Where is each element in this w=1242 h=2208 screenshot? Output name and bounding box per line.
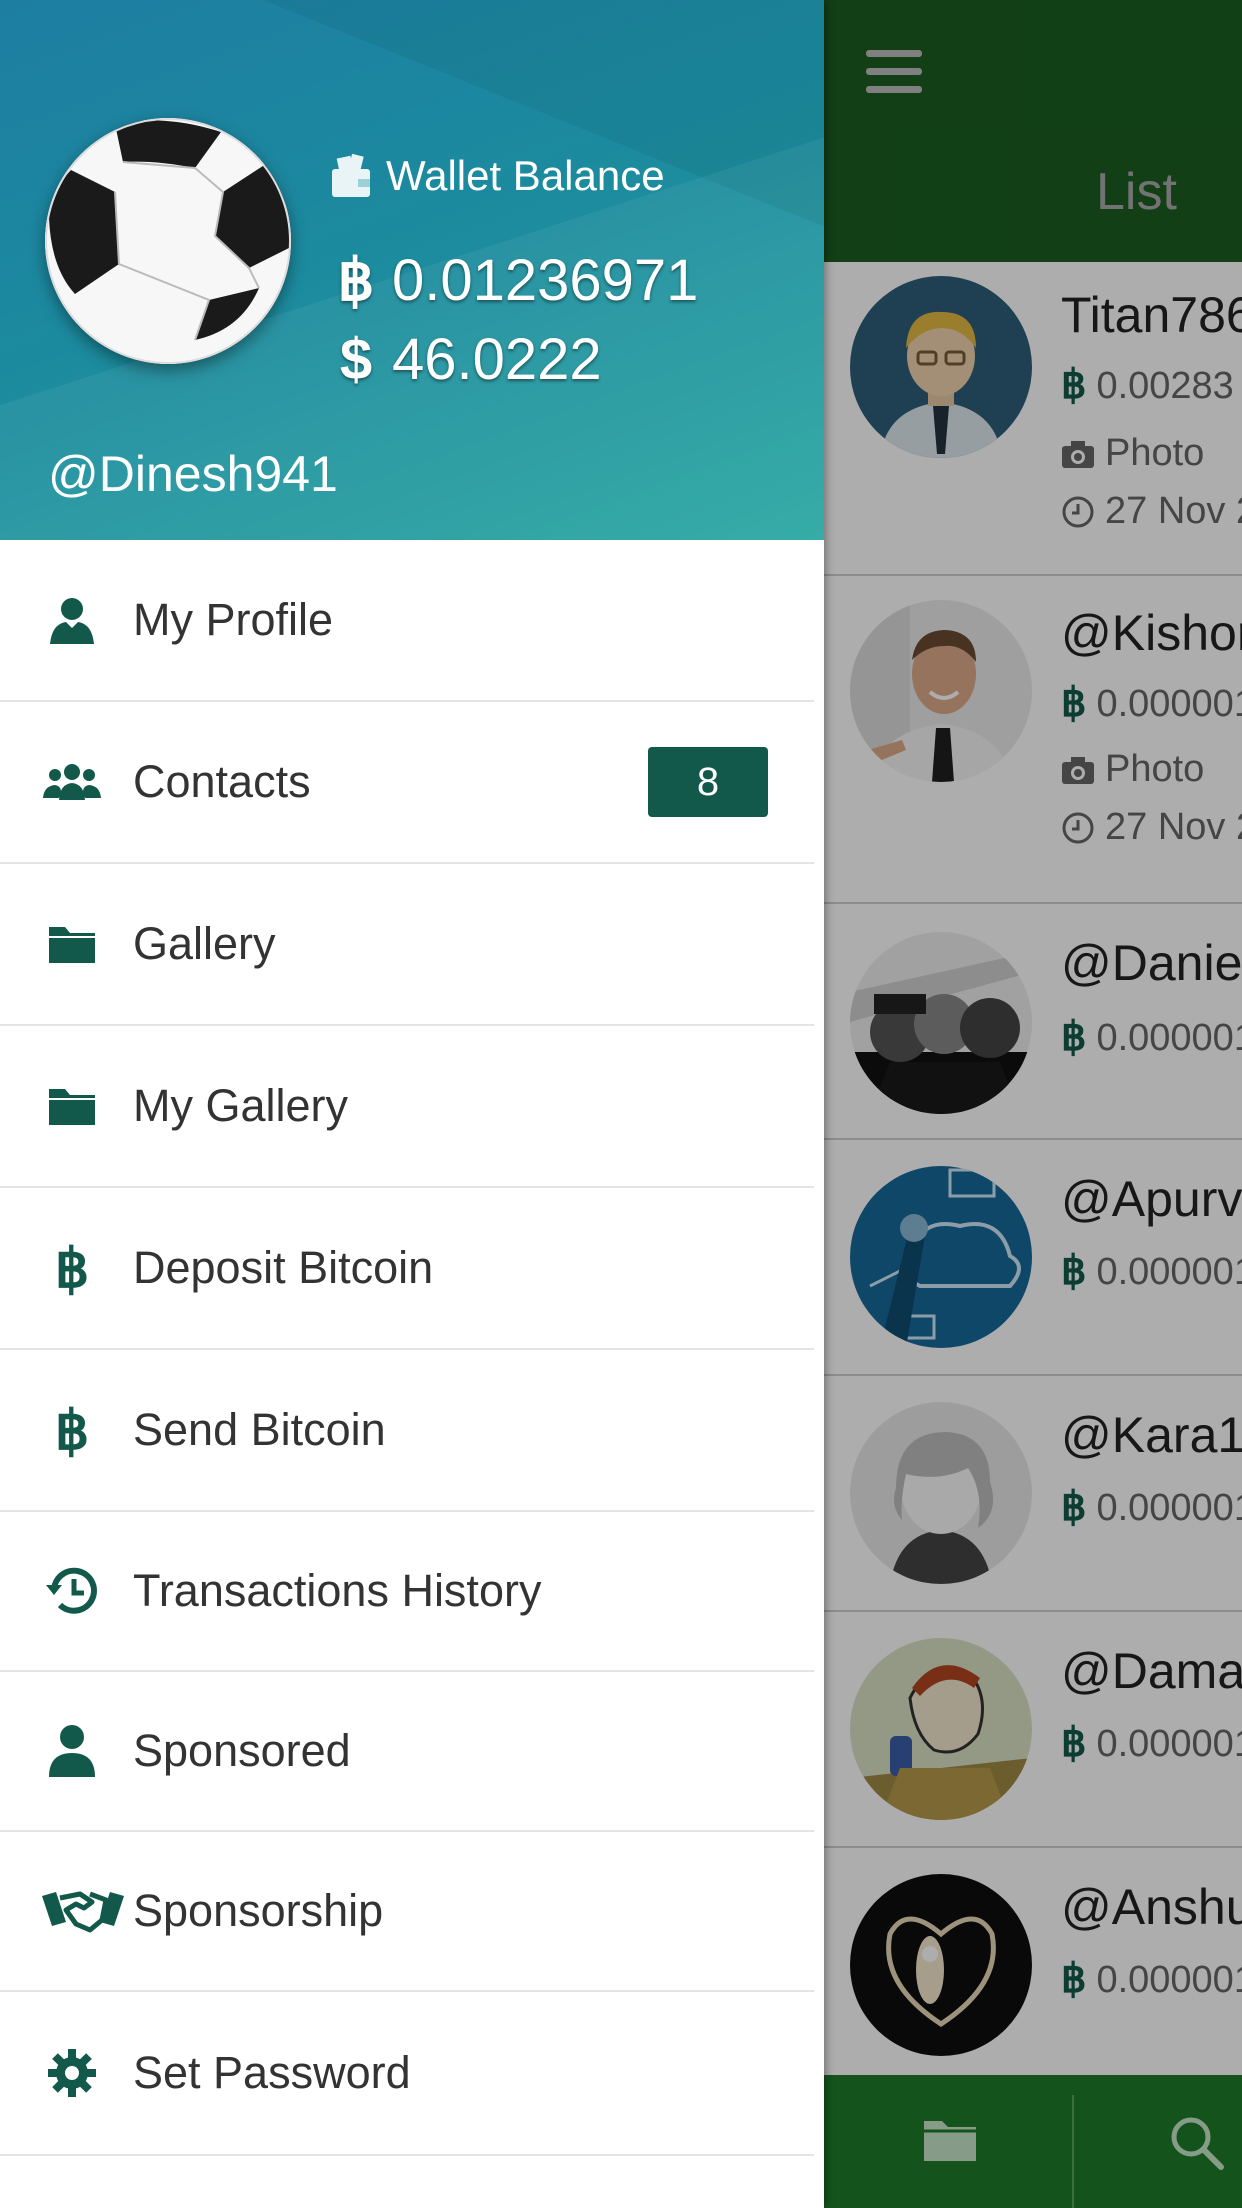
- menu-item-sponsored[interactable]: Sponsored: [0, 1672, 814, 1832]
- menu-item-deposit-bitcoin[interactable]: ฿ Deposit Bitcoin: [0, 1188, 814, 1350]
- menu-item-label: Send Bitcoin: [133, 1404, 386, 1455]
- scrim-overlay[interactable]: [824, 0, 1242, 2208]
- history-icon: [40, 1559, 104, 1623]
- folder-icon: [40, 912, 104, 976]
- menu-item-label: Deposit Bitcoin: [133, 1242, 434, 1293]
- folder-icon: [40, 1074, 104, 1138]
- menu-item-set-password[interactable]: Set Password: [0, 1992, 814, 2156]
- menu-item-label: Transactions History: [133, 1565, 542, 1616]
- menu-item-contacts[interactable]: Contacts 8: [0, 702, 814, 864]
- user-icon: [40, 1719, 104, 1783]
- person-icon: [40, 588, 104, 652]
- bitcoin-icon: ฿: [54, 1400, 90, 1461]
- menu-item-label: Gallery: [133, 918, 276, 969]
- menu-item-label: My Profile: [133, 594, 334, 645]
- username: @Dinesh941: [48, 446, 338, 502]
- usd-balance: $ 46.0222: [330, 326, 602, 393]
- menu-item-label: Set Password: [133, 2047, 411, 2098]
- btc-balance: ฿ 0.01236971: [330, 246, 699, 314]
- menu-item-send-bitcoin[interactable]: ฿ Send Bitcoin: [0, 1350, 814, 1512]
- navigation-drawer: Wallet Balance ฿ 0.01236971 $ 46.0222 @D…: [0, 0, 824, 2208]
- menu-item-sponsorship[interactable]: Sponsorship: [0, 1832, 814, 1992]
- bitcoin-icon: ฿: [54, 1238, 90, 1299]
- btc-balance-value: 0.01236971: [392, 247, 699, 313]
- drawer-header: Wallet Balance ฿ 0.01236971 $ 46.0222 @D…: [0, 0, 824, 540]
- handshake-icon: [40, 1879, 126, 1943]
- menu-item-my-gallery[interactable]: My Gallery: [0, 1026, 814, 1188]
- drawer-menu: My Profile Contacts 8 Gallery My Gallery…: [0, 540, 814, 2156]
- group-icon: [40, 750, 104, 814]
- menu-item-gallery[interactable]: Gallery: [0, 864, 814, 1026]
- menu-item-transactions-history[interactable]: Transactions History: [0, 1512, 814, 1672]
- menu-item-my-profile[interactable]: My Profile: [0, 540, 814, 702]
- usd-balance-value: 46.0222: [392, 327, 602, 392]
- menu-item-label: Sponsorship: [133, 1885, 384, 1936]
- gear-icon: [40, 2041, 104, 2105]
- menu-item-label: Sponsored: [133, 1725, 351, 1776]
- avatar[interactable]: [45, 118, 291, 364]
- bitcoin-icon: ฿: [337, 248, 375, 313]
- wallet-icon: [332, 153, 370, 197]
- contacts-count-badge: 8: [648, 747, 768, 817]
- wallet-balance-label: Wallet Balance: [330, 152, 665, 200]
- dollar-icon: $: [339, 327, 373, 392]
- menu-item-label: My Gallery: [133, 1080, 349, 1131]
- menu-item-label: Contacts: [133, 756, 311, 807]
- wallet-balance-text: Wallet Balance: [386, 152, 665, 199]
